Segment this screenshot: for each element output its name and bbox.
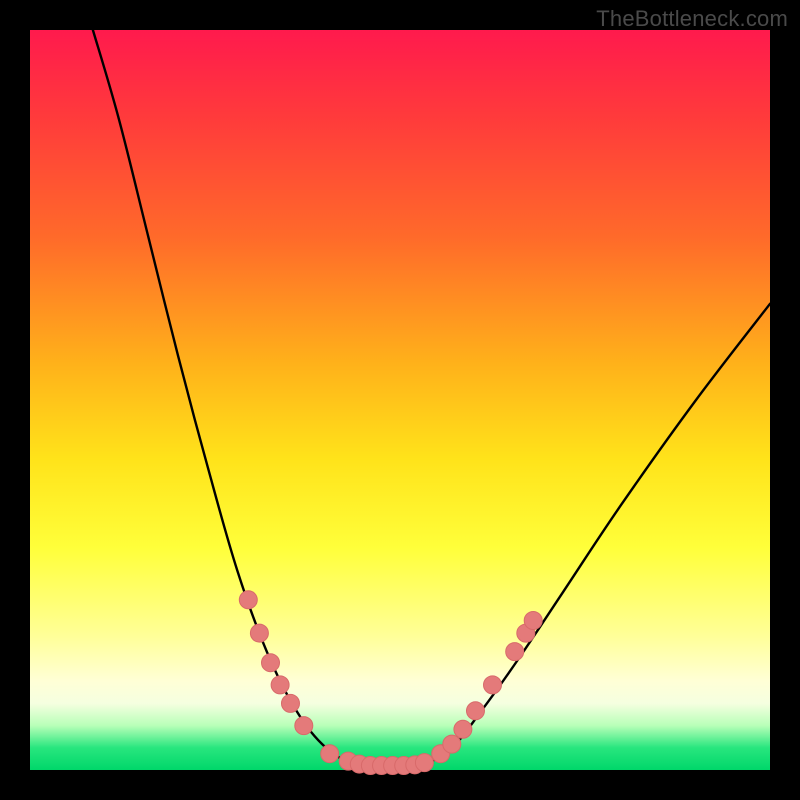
chart-frame: TheBottleneck.com [0, 0, 800, 800]
data-marker [239, 591, 257, 609]
bottleneck-curve [30, 30, 770, 770]
data-marker [250, 624, 268, 642]
data-marker [321, 745, 339, 763]
watermark-text: TheBottleneck.com [596, 6, 788, 32]
data-markers [239, 591, 542, 775]
data-marker [443, 735, 461, 753]
data-marker [415, 754, 433, 772]
data-marker [262, 654, 280, 672]
data-marker [295, 717, 313, 735]
data-marker [524, 612, 542, 630]
data-marker [271, 676, 289, 694]
data-marker [484, 676, 502, 694]
data-marker [506, 643, 524, 661]
data-marker [454, 720, 472, 738]
data-marker [281, 694, 299, 712]
data-marker [466, 702, 484, 720]
plot-area [30, 30, 770, 770]
curve-line [93, 30, 770, 767]
